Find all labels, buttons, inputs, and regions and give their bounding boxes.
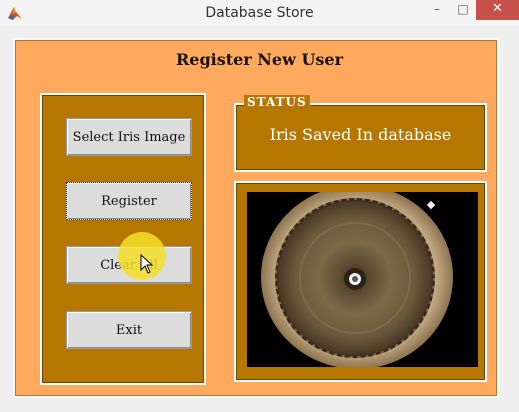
register-button[interactable]: Register xyxy=(66,182,192,220)
close-button[interactable]: ✕ xyxy=(476,0,519,20)
button-group: Select Iris Image Register Clear All Exi… xyxy=(40,93,206,385)
status-message: Iris Saved In database xyxy=(269,125,452,144)
title-bar: Database Store – □ ✕ xyxy=(0,0,519,27)
status-legend: STATUS xyxy=(244,95,310,109)
maximize-button[interactable]: □ xyxy=(450,0,476,20)
panel-title: Register New User xyxy=(175,50,344,69)
minimize-button[interactable]: – xyxy=(424,0,450,20)
iris-image xyxy=(247,192,478,367)
mouse-pointer-icon xyxy=(140,253,154,274)
status-panel: Iris Saved In database xyxy=(234,103,487,172)
exit-button[interactable]: Exit xyxy=(66,311,192,349)
image-panel xyxy=(234,181,487,382)
select-iris-image-button[interactable]: Select Iris Image xyxy=(66,118,192,156)
